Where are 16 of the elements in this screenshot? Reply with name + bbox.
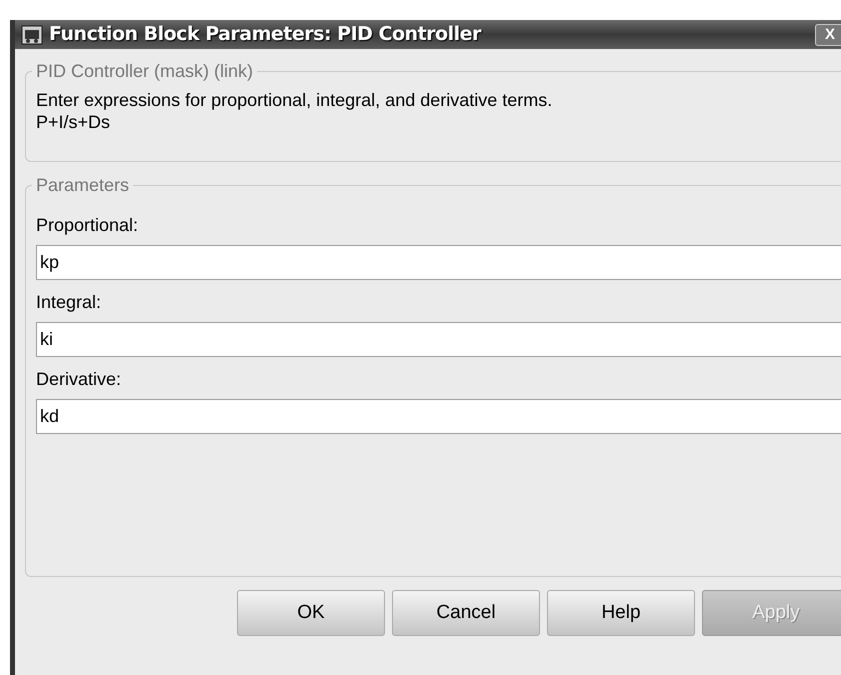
input-field[interactable]: ki — [36, 322, 841, 357]
description-text: Enter expressions for proportional, integral, and derivative terms. — [36, 89, 554, 111]
group-title: Parameters — [35, 174, 130, 197]
field-label: Integral: — [36, 291, 102, 314]
dialog-button[interactable]: Cancel — [392, 590, 540, 636]
description-text: P+I/s+Ds — [36, 111, 112, 133]
group-title: PID Controller (mask) (link) — [35, 60, 254, 83]
field-label: Proportional: — [36, 214, 140, 237]
dialog-button[interactable]: OK — [237, 590, 385, 636]
input-field[interactable]: kd — [36, 399, 841, 434]
app-icon — [21, 24, 43, 44]
input-field[interactable]: kp — [36, 245, 841, 280]
close-button[interactable]: X — [815, 24, 841, 46]
field-label: Derivative: — [36, 368, 122, 391]
dialog-button[interactable]: Help — [547, 590, 695, 636]
window-title: Function Block Parameters: PID Controller — [49, 22, 481, 48]
